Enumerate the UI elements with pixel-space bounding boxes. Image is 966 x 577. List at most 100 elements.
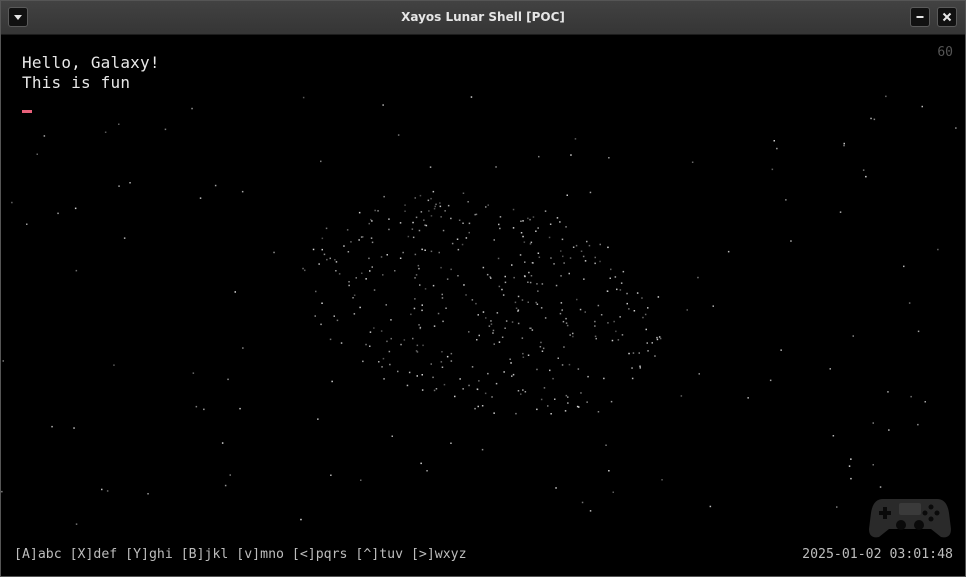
star — [645, 328, 647, 331]
star — [501, 336, 504, 338]
star — [622, 270, 625, 273]
star — [600, 314, 603, 316]
star — [388, 218, 390, 220]
star — [531, 329, 534, 331]
star — [542, 347, 545, 350]
star — [420, 211, 423, 213]
star — [386, 254, 388, 256]
close-button[interactable] — [937, 7, 957, 27]
star — [468, 222, 471, 225]
star — [608, 470, 610, 472]
star — [414, 298, 416, 300]
star — [594, 335, 597, 338]
star — [523, 275, 526, 277]
star — [910, 395, 912, 398]
star — [241, 190, 244, 193]
star — [420, 462, 422, 465]
star — [488, 325, 491, 327]
star — [619, 289, 622, 291]
star — [908, 302, 911, 304]
star — [355, 277, 357, 279]
star — [523, 241, 526, 243]
star — [435, 388, 438, 390]
star — [522, 235, 524, 238]
star — [481, 405, 484, 407]
star — [569, 257, 572, 259]
star — [454, 395, 456, 398]
datetime-display: 2025-01-02 03:01:48 — [802, 547, 953, 562]
star — [560, 250, 562, 252]
star — [380, 330, 383, 332]
star — [873, 118, 876, 121]
star — [320, 323, 322, 326]
star — [584, 311, 586, 313]
star — [329, 257, 331, 260]
star — [560, 302, 563, 304]
star — [365, 278, 367, 280]
star — [485, 317, 487, 319]
star — [424, 249, 426, 251]
star — [221, 442, 224, 444]
star — [522, 356, 525, 358]
star — [769, 379, 772, 382]
star — [519, 254, 522, 256]
star — [513, 276, 515, 279]
star — [527, 217, 529, 220]
star — [579, 308, 582, 311]
star — [839, 211, 842, 213]
star — [370, 237, 373, 239]
star — [607, 322, 609, 324]
star — [441, 293, 443, 296]
star — [620, 282, 623, 284]
star — [421, 374, 423, 376]
star — [26, 223, 28, 225]
star — [603, 377, 605, 380]
star — [447, 204, 450, 207]
star — [486, 273, 489, 276]
star — [312, 248, 315, 251]
star — [586, 401, 588, 403]
star — [522, 220, 524, 222]
star — [442, 320, 444, 323]
star — [582, 255, 585, 258]
star — [619, 316, 621, 318]
star — [382, 357, 385, 360]
star — [521, 299, 524, 301]
star — [524, 261, 526, 263]
star — [353, 294, 356, 296]
star — [470, 96, 473, 98]
star — [572, 332, 574, 335]
star — [43, 135, 46, 137]
star — [572, 246, 575, 248]
star — [474, 407, 476, 410]
star — [441, 297, 444, 299]
star — [556, 217, 559, 219]
minimize-button[interactable] — [910, 7, 930, 27]
star — [462, 388, 464, 390]
title-bar[interactable]: Xayos Lunar Shell [POC] — [1, 1, 965, 35]
star — [104, 131, 107, 133]
star — [300, 518, 302, 521]
star — [430, 215, 433, 217]
star — [365, 343, 367, 346]
star — [559, 312, 562, 315]
shell-viewport[interactable]: Hello, Galaxy! This is fun 60 [A]abc [X]… — [1, 35, 965, 576]
star — [540, 341, 542, 344]
star — [499, 227, 501, 230]
star — [323, 253, 326, 256]
star — [563, 346, 565, 348]
star — [386, 340, 388, 343]
star — [567, 402, 569, 404]
star — [747, 397, 749, 399]
star — [191, 107, 193, 110]
star — [321, 237, 324, 240]
star — [565, 317, 567, 320]
star — [426, 470, 428, 472]
star — [597, 304, 600, 307]
star — [320, 160, 322, 163]
star — [560, 275, 562, 277]
star — [492, 329, 495, 332]
star — [458, 219, 461, 221]
star — [75, 523, 78, 525]
star — [468, 331, 470, 333]
